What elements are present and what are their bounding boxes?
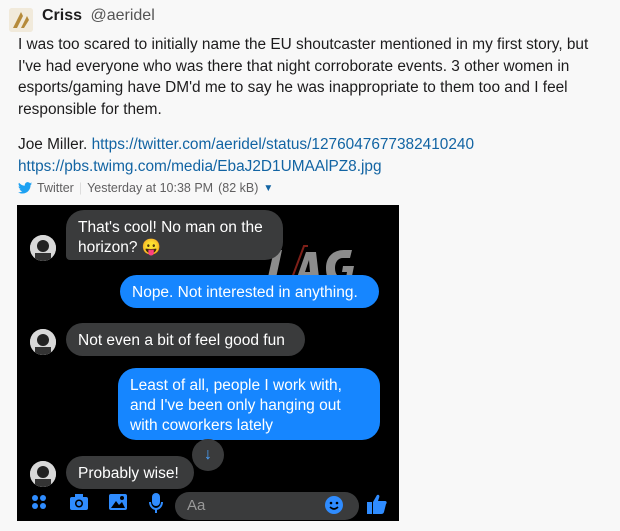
links-prefix: Joe Miller. [18,136,88,153]
message-input-placeholder: Aa [187,497,206,514]
unfurl-meta: Twitter | Yesterday at 10:38 PM (82 kB) … [18,181,273,195]
author-handle: @aeridel [90,7,155,24]
emoji-icon[interactable] [322,495,346,519]
unfurl-source: Twitter [37,181,74,195]
message-bubble-outgoing[interactable]: Least of all, people I work with, and I'… [118,368,380,440]
mic-icon[interactable] [144,493,168,517]
twitter-icon [18,182,32,194]
message-bubble-incoming[interactable]: Probably wise! [66,456,194,489]
message-text: Not even a bit of feel good fun [78,332,285,349]
thumbs-up-icon[interactable] [365,493,389,517]
arrow-down-icon: ↓ [204,446,212,463]
chat-toolbar: Aa [17,489,399,521]
contact-avatar[interactable] [30,461,56,487]
message-text: Least of all, people I work with, [130,377,342,394]
message-text: horizon? 😛 [78,239,162,256]
apps-icon[interactable] [27,493,51,517]
chat-screenshot[interactable]: That's cool! No man on the horizon? 😛 No… [17,205,399,521]
message-text: Nope. Not interested in anything. [132,284,358,301]
contact-avatar[interactable] [30,235,56,261]
message-text: and I've been only hanging out [130,397,341,414]
author-avatar-image [9,8,33,32]
message-text: Probably wise! [78,465,179,482]
unfurl-size: (82 kB) [218,181,259,195]
message-bubble-incoming[interactable]: That's cool! No man on the horizon? 😛 [66,210,283,260]
author-avatar[interactable] [9,8,33,32]
camera-icon[interactable] [67,493,91,517]
message-bubble-incoming[interactable]: Not even a bit of feel good fun [66,323,305,356]
post-links: Joe Miller. https://twitter.com/aeridel/… [18,134,474,178]
post-body: I was too scared to initially name the E… [18,36,589,118]
unfurl-separator: | [78,181,83,195]
post-header: Criss @aeridel [42,6,155,26]
message-text: with coworkers lately [130,417,273,434]
image-link[interactable]: https://pbs.twimg.com/media/EbaJ2D1UMAAl… [18,158,382,175]
collapse-caret-icon[interactable]: ▼ [263,183,273,194]
tweet-link[interactable]: https://twitter.com/aeridel/status/12760… [92,136,474,153]
image-icon[interactable] [106,493,130,517]
contact-avatar[interactable] [30,329,56,355]
message-text: That's cool! No man on the [78,219,263,236]
author-name[interactable]: Criss [42,7,82,24]
message-bubble-outgoing[interactable]: Nope. Not interested in anything. [120,275,379,308]
unfurl-time[interactable]: Yesterday at 10:38 PM [87,181,213,195]
scroll-down-button[interactable]: ↓ [192,439,224,471]
